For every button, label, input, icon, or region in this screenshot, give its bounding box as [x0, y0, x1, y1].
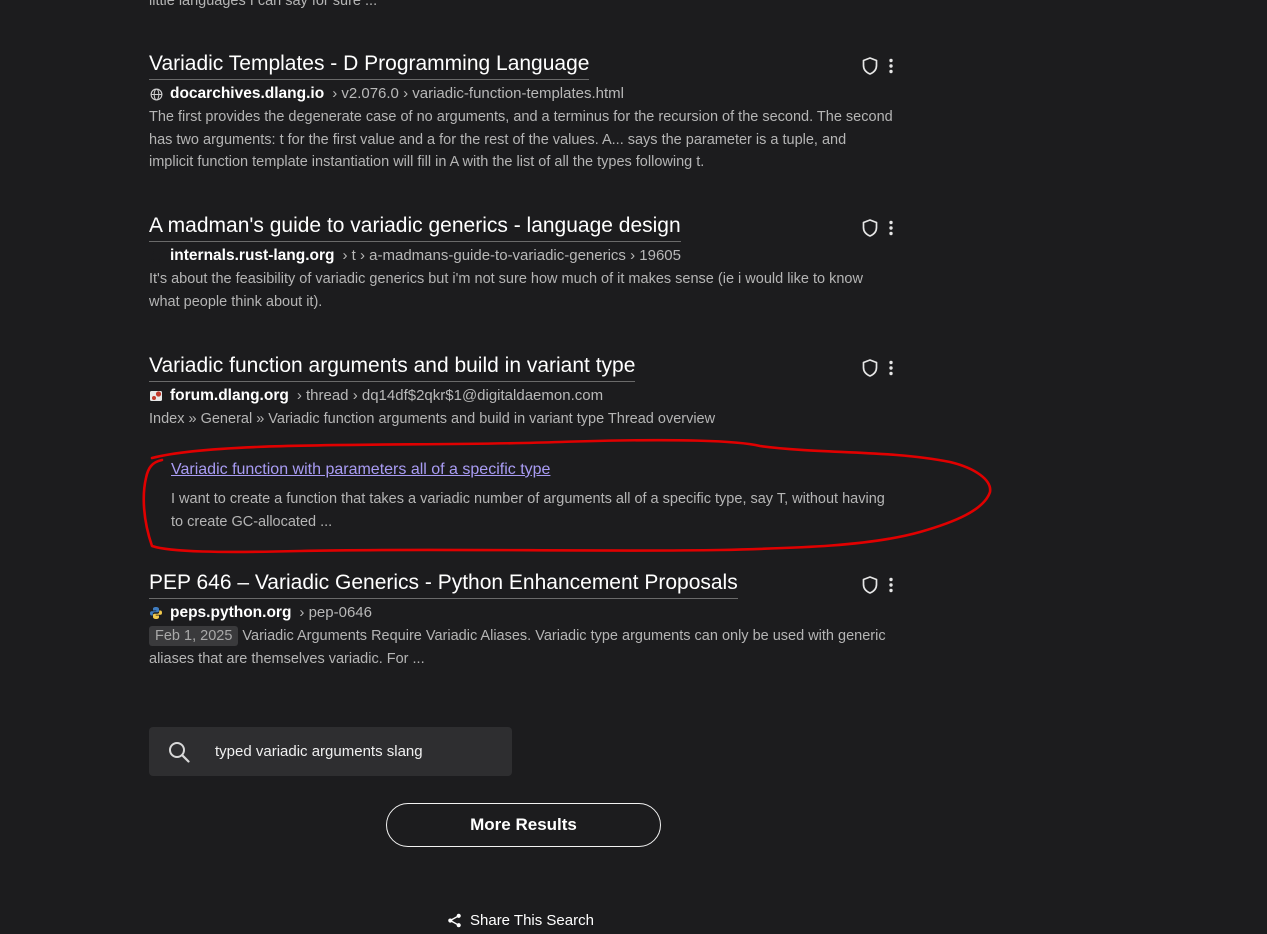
shield-icon[interactable]	[860, 56, 880, 76]
search-input[interactable]	[215, 727, 500, 776]
result-actions	[860, 56, 894, 76]
date-badge: Feb 1, 2025	[149, 626, 239, 646]
result-path: › thread › dq14df$2qkr$1@digitaldaemon.c…	[296, 387, 604, 404]
search-icon[interactable]	[167, 740, 191, 764]
result-actions	[860, 218, 894, 238]
result-domain[interactable]: peps.python.org	[170, 603, 291, 623]
result-title-link[interactable]: Variadic function arguments and build in…	[149, 353, 636, 382]
search-results-page: little languages I can say for sure ... …	[0, 0, 1267, 934]
result-path: › t › a-madmans-guide-to-variadic-generi…	[342, 247, 681, 264]
dlang-favicon-icon	[149, 389, 163, 403]
search-result: A madman's guide to variadic generics - …	[149, 213, 894, 313]
result-snippet: The first provides the degenerate case o…	[149, 109, 893, 170]
more-options-icon[interactable]	[888, 577, 894, 593]
result-actions	[860, 358, 894, 378]
result-url: internals.rust-lang.org › t › a-madmans-…	[149, 246, 894, 266]
result-domain[interactable]: internals.rust-lang.org	[170, 246, 335, 266]
share-icon	[448, 913, 461, 928]
result-snippet: It's about the feasibility of variadic g…	[149, 271, 863, 310]
result-domain[interactable]: docarchives.dlang.io	[170, 84, 324, 104]
result-title-link[interactable]: A madman's guide to variadic generics - …	[149, 213, 681, 242]
result-url: peps.python.org › pep-0646	[149, 603, 894, 623]
shield-icon[interactable]	[860, 358, 880, 378]
rust-favicon-icon	[149, 249, 163, 263]
result-domain[interactable]: forum.dlang.org	[170, 386, 289, 406]
shield-icon[interactable]	[860, 218, 880, 238]
sitelink-title-link[interactable]: Variadic function with parameters all of…	[171, 460, 550, 480]
python-favicon-icon	[149, 606, 163, 620]
more-options-icon[interactable]	[888, 360, 894, 376]
result-title-link[interactable]: PEP 646 – Variadic Generics - Python Enh…	[149, 570, 738, 599]
more-results-button[interactable]: More Results	[386, 803, 661, 847]
search-box	[149, 727, 512, 776]
more-options-icon[interactable]	[888, 58, 894, 74]
globe-icon	[149, 87, 163, 101]
result-snippet-text: Variadic Arguments Require Variadic Alia…	[149, 628, 886, 667]
result-path: › v2.076.0 › variadic-function-templates…	[332, 85, 624, 102]
search-result: Variadic function arguments and build in…	[149, 353, 894, 431]
result-title-link[interactable]: Variadic Templates - D Programming Langu…	[149, 51, 590, 80]
result-path: › pep-0646	[299, 604, 372, 621]
result-snippet: Feb 1, 2025 Variadic Arguments Require Va…	[149, 625, 894, 670]
share-search-link[interactable]: Share This Search	[447, 912, 594, 929]
result-url: docarchives.dlang.io › v2.076.0 › variad…	[149, 84, 894, 104]
sitelink-snippet: I want to create a function that takes a…	[171, 491, 885, 530]
result-snippet: Index » General » Variadic function argu…	[149, 411, 716, 427]
result-url: forum.dlang.org › thread › dq14df$2qkr$1…	[149, 386, 894, 406]
previous-result-snippet: little languages I can say for sure ...	[149, 0, 378, 9]
shield-icon[interactable]	[860, 575, 880, 595]
more-options-icon[interactable]	[888, 220, 894, 236]
search-result: PEP 646 – Variadic Generics - Python Enh…	[149, 570, 894, 670]
result-actions	[860, 575, 894, 595]
result-sitelink: Variadic function with parameters all of…	[171, 460, 891, 533]
share-label: Share This Search	[470, 912, 594, 929]
search-result: Variadic Templates - D Programming Langu…	[149, 51, 894, 174]
